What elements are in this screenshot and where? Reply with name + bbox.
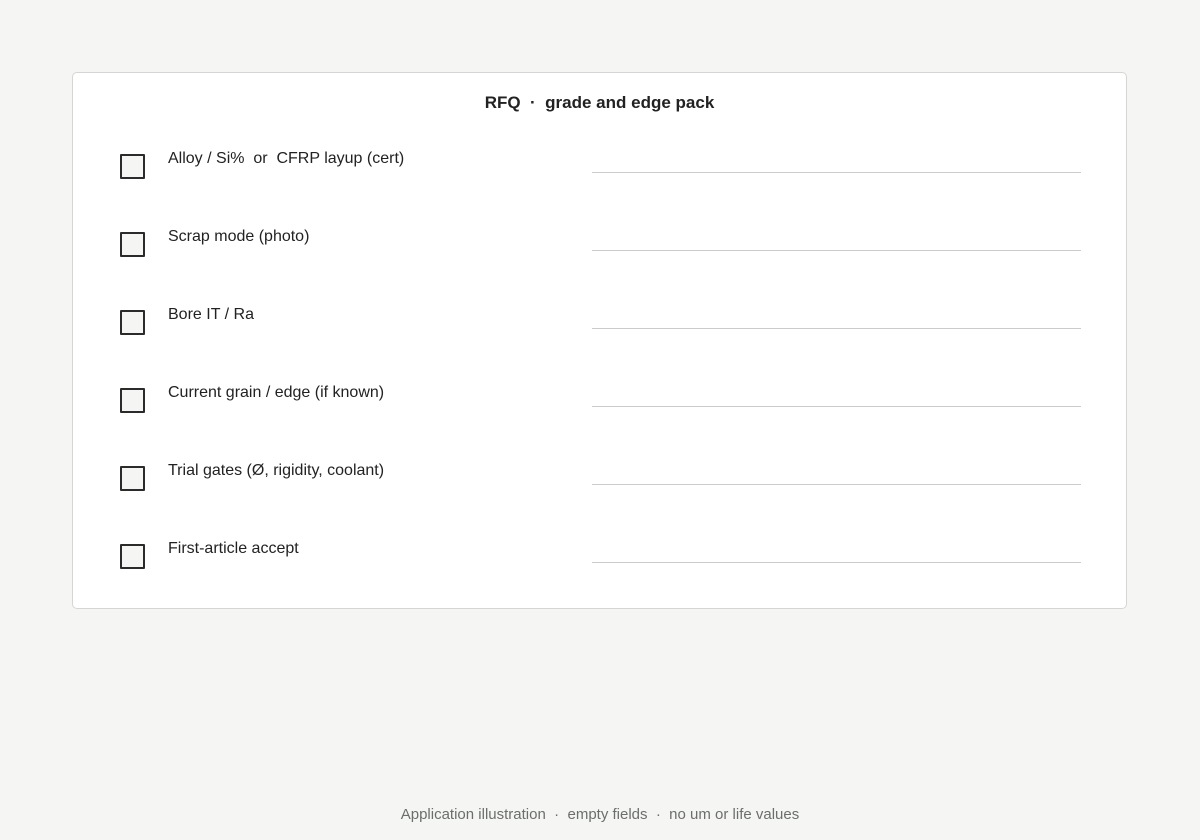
alloy-label: Alloy / Si% or CFRP layup (cert) [168, 150, 405, 167]
scrap-mode-field[interactable] [592, 227, 1081, 251]
bore-field[interactable] [592, 305, 1081, 329]
form-row-bore: Bore IT / Ra [120, 305, 1082, 345]
grain-edge-checkbox[interactable] [120, 388, 145, 413]
form-row-grain-edge: Current grain / edge (if known) [120, 383, 1082, 423]
form-row-scrap-mode: Scrap mode (photo) [120, 227, 1082, 267]
form-row-trial-gates: Trial gates (Ø, rigidity, coolant) [120, 461, 1082, 501]
grain-edge-label: Current grain / edge (if known) [168, 384, 385, 401]
footer-note: Application illustration · empty fields … [400, 806, 800, 823]
form-row-alloy: Alloy / Si% or CFRP layup (cert) [120, 149, 1082, 189]
first-article-field[interactable] [592, 539, 1081, 563]
bore-label: Bore IT / Ra [168, 306, 254, 323]
alloy-checkbox[interactable] [120, 154, 145, 179]
first-article-label: First-article accept [168, 540, 299, 557]
bore-checkbox[interactable] [120, 310, 145, 335]
trial-gates-checkbox[interactable] [120, 466, 145, 491]
scrap-mode-checkbox[interactable] [120, 232, 145, 257]
trial-gates-field[interactable] [592, 461, 1081, 485]
scrap-mode-label: Scrap mode (photo) [168, 228, 310, 245]
form-title: RFQ · grade and edge pack [484, 93, 715, 112]
alloy-field[interactable] [592, 149, 1081, 173]
first-article-checkbox[interactable] [120, 544, 145, 569]
rfq-form-card: RFQ · grade and edge pack Alloy / Si% or… [72, 72, 1127, 609]
form-row-first-article: First-article accept [120, 539, 1082, 579]
grain-edge-field[interactable] [592, 383, 1081, 407]
trial-gates-label: Trial gates (Ø, rigidity, coolant) [168, 462, 385, 479]
